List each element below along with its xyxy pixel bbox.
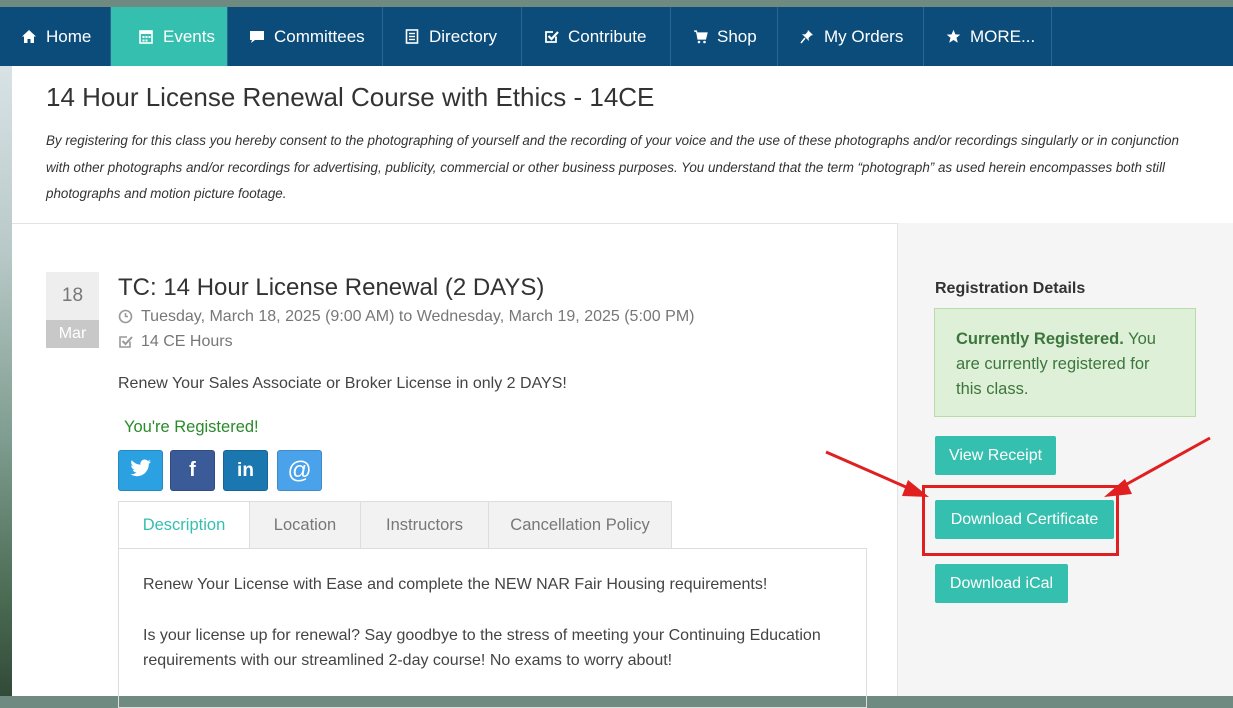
annotation-arrows <box>825 436 1211 497</box>
annotation-arrow-right <box>1104 436 1211 497</box>
annotation-arrow-left <box>825 450 929 497</box>
